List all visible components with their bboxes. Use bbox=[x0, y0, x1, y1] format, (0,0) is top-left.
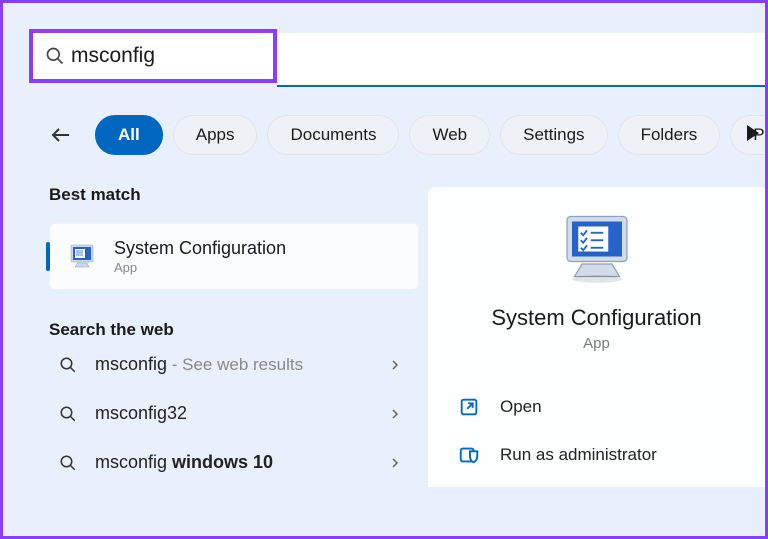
scroll-right-icon[interactable] bbox=[747, 125, 759, 141]
filter-settings[interactable]: Settings bbox=[500, 115, 607, 155]
search-icon bbox=[59, 454, 77, 472]
web-result[interactable]: msconfig - See web results bbox=[49, 340, 419, 389]
content: Best match System Configuration App Sear… bbox=[3, 185, 765, 487]
filter-all[interactable]: All bbox=[95, 115, 163, 155]
filter-apps[interactable]: Apps bbox=[173, 115, 258, 155]
back-icon[interactable] bbox=[49, 123, 73, 147]
shield-icon bbox=[458, 444, 480, 466]
best-match-card[interactable]: System Configuration App bbox=[49, 223, 419, 290]
web-result-text: msconfig32 bbox=[95, 403, 389, 424]
filter-folders[interactable]: Folders bbox=[618, 115, 721, 155]
preview-icon-wrap bbox=[458, 209, 765, 289]
preview-subtitle: App bbox=[458, 335, 765, 352]
preview-title: System Configuration bbox=[458, 305, 765, 331]
web-result-text: msconfig windows 10 bbox=[95, 452, 389, 473]
best-match-text: System Configuration App bbox=[114, 238, 286, 275]
preview-panel: System Configuration App Open Run as adm… bbox=[428, 187, 765, 487]
results-column: Best match System Configuration App Sear… bbox=[3, 185, 428, 487]
search-bar bbox=[3, 3, 765, 87]
search-input[interactable] bbox=[71, 44, 261, 68]
search-bar-extension bbox=[277, 33, 765, 87]
search-icon bbox=[59, 405, 77, 423]
filter-web[interactable]: Web bbox=[409, 115, 490, 155]
system-configuration-icon bbox=[557, 209, 637, 289]
search-web-heading: Search the web bbox=[49, 320, 428, 340]
filter-documents[interactable]: Documents bbox=[267, 115, 399, 155]
open-icon bbox=[458, 396, 480, 418]
chevron-right-icon bbox=[389, 457, 401, 469]
filter-row: All Apps Documents Web Settings Folders … bbox=[3, 87, 765, 155]
web-result[interactable]: msconfig windows 10 bbox=[49, 438, 419, 487]
action-run-as-admin[interactable]: Run as administrator bbox=[458, 434, 765, 476]
action-label: Open bbox=[500, 397, 542, 417]
best-match-title: System Configuration bbox=[114, 238, 286, 259]
search-box[interactable] bbox=[29, 29, 277, 83]
chevron-right-icon bbox=[389, 408, 401, 420]
search-icon bbox=[59, 356, 77, 374]
action-label: Run as administrator bbox=[500, 445, 657, 465]
best-match-heading: Best match bbox=[49, 185, 428, 205]
web-result[interactable]: msconfig32 bbox=[49, 389, 419, 438]
best-match-subtitle: App bbox=[114, 260, 286, 275]
system-configuration-icon bbox=[66, 241, 98, 273]
chevron-right-icon bbox=[389, 359, 401, 371]
search-icon bbox=[45, 46, 65, 66]
web-result-text: msconfig - See web results bbox=[95, 354, 389, 375]
action-open[interactable]: Open bbox=[458, 386, 765, 428]
